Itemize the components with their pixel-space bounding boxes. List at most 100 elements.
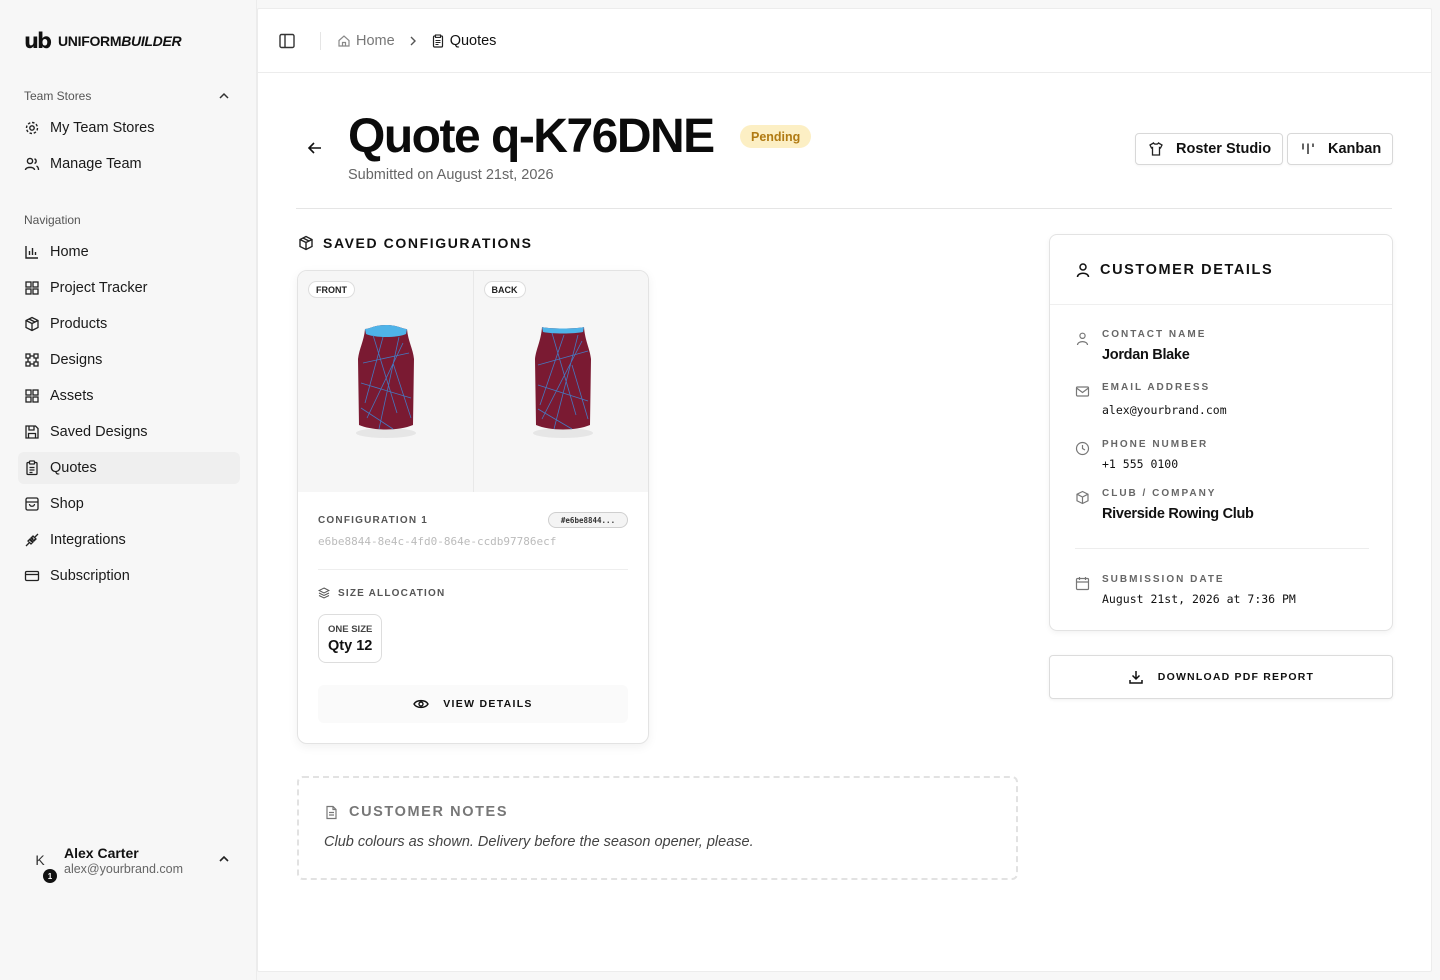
box-icon (1076, 490, 1089, 505)
sidebar-item-home[interactable]: Home (18, 236, 240, 268)
sidebar-item-integrations[interactable]: Integrations (18, 524, 240, 556)
size-name: ONE SIZE (328, 624, 373, 635)
customer-divider (1075, 548, 1369, 549)
submission-date-value: August 21st, 2026 at 7:36 PM (1102, 592, 1296, 606)
chevron-up-icon[interactable] (218, 90, 230, 102)
gear-icon (25, 121, 39, 135)
phone-value[interactable]: +1 555 0100 (1102, 457, 1208, 471)
view-details-button[interactable]: VIEW DETAILS (318, 685, 628, 723)
chevron-up-icon[interactable] (218, 853, 230, 865)
customer-notes-heading: CUSTOMER NOTES (324, 804, 508, 820)
phone-label: PHONE NUMBER (1102, 439, 1209, 450)
assets-icon (25, 389, 39, 403)
calendar-icon (1075, 577, 1090, 591)
configuration-card: FRONT BACK CONFIGURATION 1 #e6be8844... … (297, 270, 649, 744)
logo-text: UNIFORMBUILDER (57, 33, 182, 49)
header-divider (296, 208, 1392, 209)
shirt-icon (1149, 142, 1163, 156)
designs-icon (25, 353, 39, 367)
download-pdf-button[interactable]: DOWNLOAD PDF REPORT (1049, 655, 1393, 699)
sidebar-item-label: Integrations (50, 532, 126, 548)
sidebar-toggle-icon[interactable] (278, 32, 296, 50)
sidebar-item-label: Subscription (50, 568, 130, 584)
configuration-views: FRONT BACK (298, 271, 648, 492)
user-info: Alex Carter alex@yourbrand.com (64, 845, 183, 876)
logo-mark: ub (24, 29, 52, 53)
email-value[interactable]: alex@yourbrand.com (1102, 403, 1227, 417)
sidebar-item-assets[interactable]: Assets (18, 380, 240, 412)
contact-name-label: CONTACT NAME (1102, 329, 1207, 340)
plug-icon (25, 533, 39, 547)
clipboard-icon (26, 460, 38, 476)
layers-icon (318, 587, 330, 599)
contact-name-value: Jordan Blake (1102, 347, 1190, 363)
user-name: Alex Carter (64, 844, 139, 861)
sidebar-item-saved-designs[interactable]: Saved Designs (18, 416, 240, 448)
configuration-title: CONFIGURATION 1 (318, 515, 429, 526)
sidebar-item-my-team-stores[interactable]: My Team Stores (18, 112, 240, 144)
sidebar-item-label: Quotes (50, 460, 97, 476)
sidebar-item-label: Project Tracker (50, 280, 148, 296)
jersey-front-image (356, 325, 416, 438)
topbar-divider (320, 31, 321, 50)
card-icon (24, 570, 40, 582)
box-icon (25, 316, 39, 332)
sidebar-item-designs[interactable]: Designs (18, 344, 240, 376)
roster-studio-button[interactable]: Roster Studio (1135, 133, 1284, 165)
save-icon (25, 425, 39, 439)
email-field: EMAIL ADDRESS alex@yourbrand.com (1075, 382, 1227, 417)
home-icon (338, 34, 350, 47)
sidebar-item-project-tracker[interactable]: Project Tracker (18, 272, 240, 304)
breadcrumb-home[interactable]: Home (337, 33, 395, 49)
front-view[interactable]: FRONT (298, 271, 473, 492)
customer-notes: CUSTOMER NOTES Club colours as shown. De… (297, 776, 1018, 880)
chevron-right-icon (410, 36, 416, 45)
grid-icon (25, 281, 39, 295)
user-icon (1076, 332, 1089, 346)
clipboard-icon (432, 33, 443, 48)
avatar: K 1 (24, 844, 57, 883)
size-chip: ONE SIZE Qty 12 (318, 614, 382, 663)
size-quantity: Qty 12 (328, 638, 373, 654)
sidebar-item-quotes[interactable]: Quotes (18, 452, 240, 484)
saved-configurations-heading: SAVED CONFIGURATIONS (298, 235, 533, 251)
contact-name-field: CONTACT NAME Jordan Blake (1075, 329, 1206, 363)
customer-notes-text: Club colours as shown. Delivery before t… (324, 834, 754, 850)
back-label: BACK (483, 281, 526, 298)
sidebar-item-label: Saved Designs (50, 424, 148, 440)
logo[interactable]: ub UNIFORMBUILDER (24, 29, 182, 53)
document-icon (326, 805, 337, 819)
topbar: Home Quotes (258, 9, 1431, 73)
sidebar-item-label: Assets (50, 388, 94, 404)
main-panel: Home Quotes Quote q-K76DNE Pending Submi… (257, 8, 1432, 972)
configuration-id-pill[interactable]: #e6be8844... (548, 512, 628, 528)
page-title: Quote q-K76DNE (348, 110, 715, 163)
email-label: EMAIL ADDRESS (1102, 382, 1211, 393)
size-allocation-heading: SIZE ALLOCATION (318, 587, 445, 599)
sidebar-item-label: Manage Team (50, 156, 142, 172)
sidebar-item-label: My Team Stores (50, 120, 155, 136)
sidebar-item-manage-team[interactable]: Manage Team (18, 148, 240, 180)
back-arrow-icon[interactable] (306, 139, 324, 157)
sidebar: ub UNIFORMBUILDER Team Stores My Team St… (0, 0, 257, 980)
download-icon (1129, 671, 1143, 684)
status-badge: Pending (740, 125, 812, 148)
configuration-divider (318, 569, 628, 570)
kanban-button[interactable]: Kanban (1287, 133, 1394, 165)
sidebar-item-label: Shop (50, 496, 84, 512)
bar-chart-icon (25, 246, 38, 259)
sidebar-item-label: Designs (50, 352, 103, 368)
sidebar-item-label: Products (50, 316, 108, 332)
submission-date-label: SUBMISSION DATE (1102, 574, 1225, 585)
mail-icon (1075, 386, 1090, 397)
back-view[interactable]: BACK (472, 271, 648, 492)
user-icon (1076, 262, 1090, 277)
submitted-date: Submitted on August 21st, 2026 (348, 167, 554, 183)
sidebar-item-subscription[interactable]: Subscription (18, 560, 240, 592)
front-label: FRONT (308, 281, 355, 298)
sidebar-item-products[interactable]: Products (18, 308, 240, 340)
sidebar-item-shop[interactable]: Shop (18, 488, 240, 520)
breadcrumb-quotes[interactable]: Quotes (431, 33, 496, 49)
configuration-uuid: e6be8844-8e4c-4fd0-864e-ccdb97786ecf (318, 535, 557, 548)
user-menu[interactable]: K 1 Alex Carter alex@yourbrand.com (24, 838, 234, 883)
